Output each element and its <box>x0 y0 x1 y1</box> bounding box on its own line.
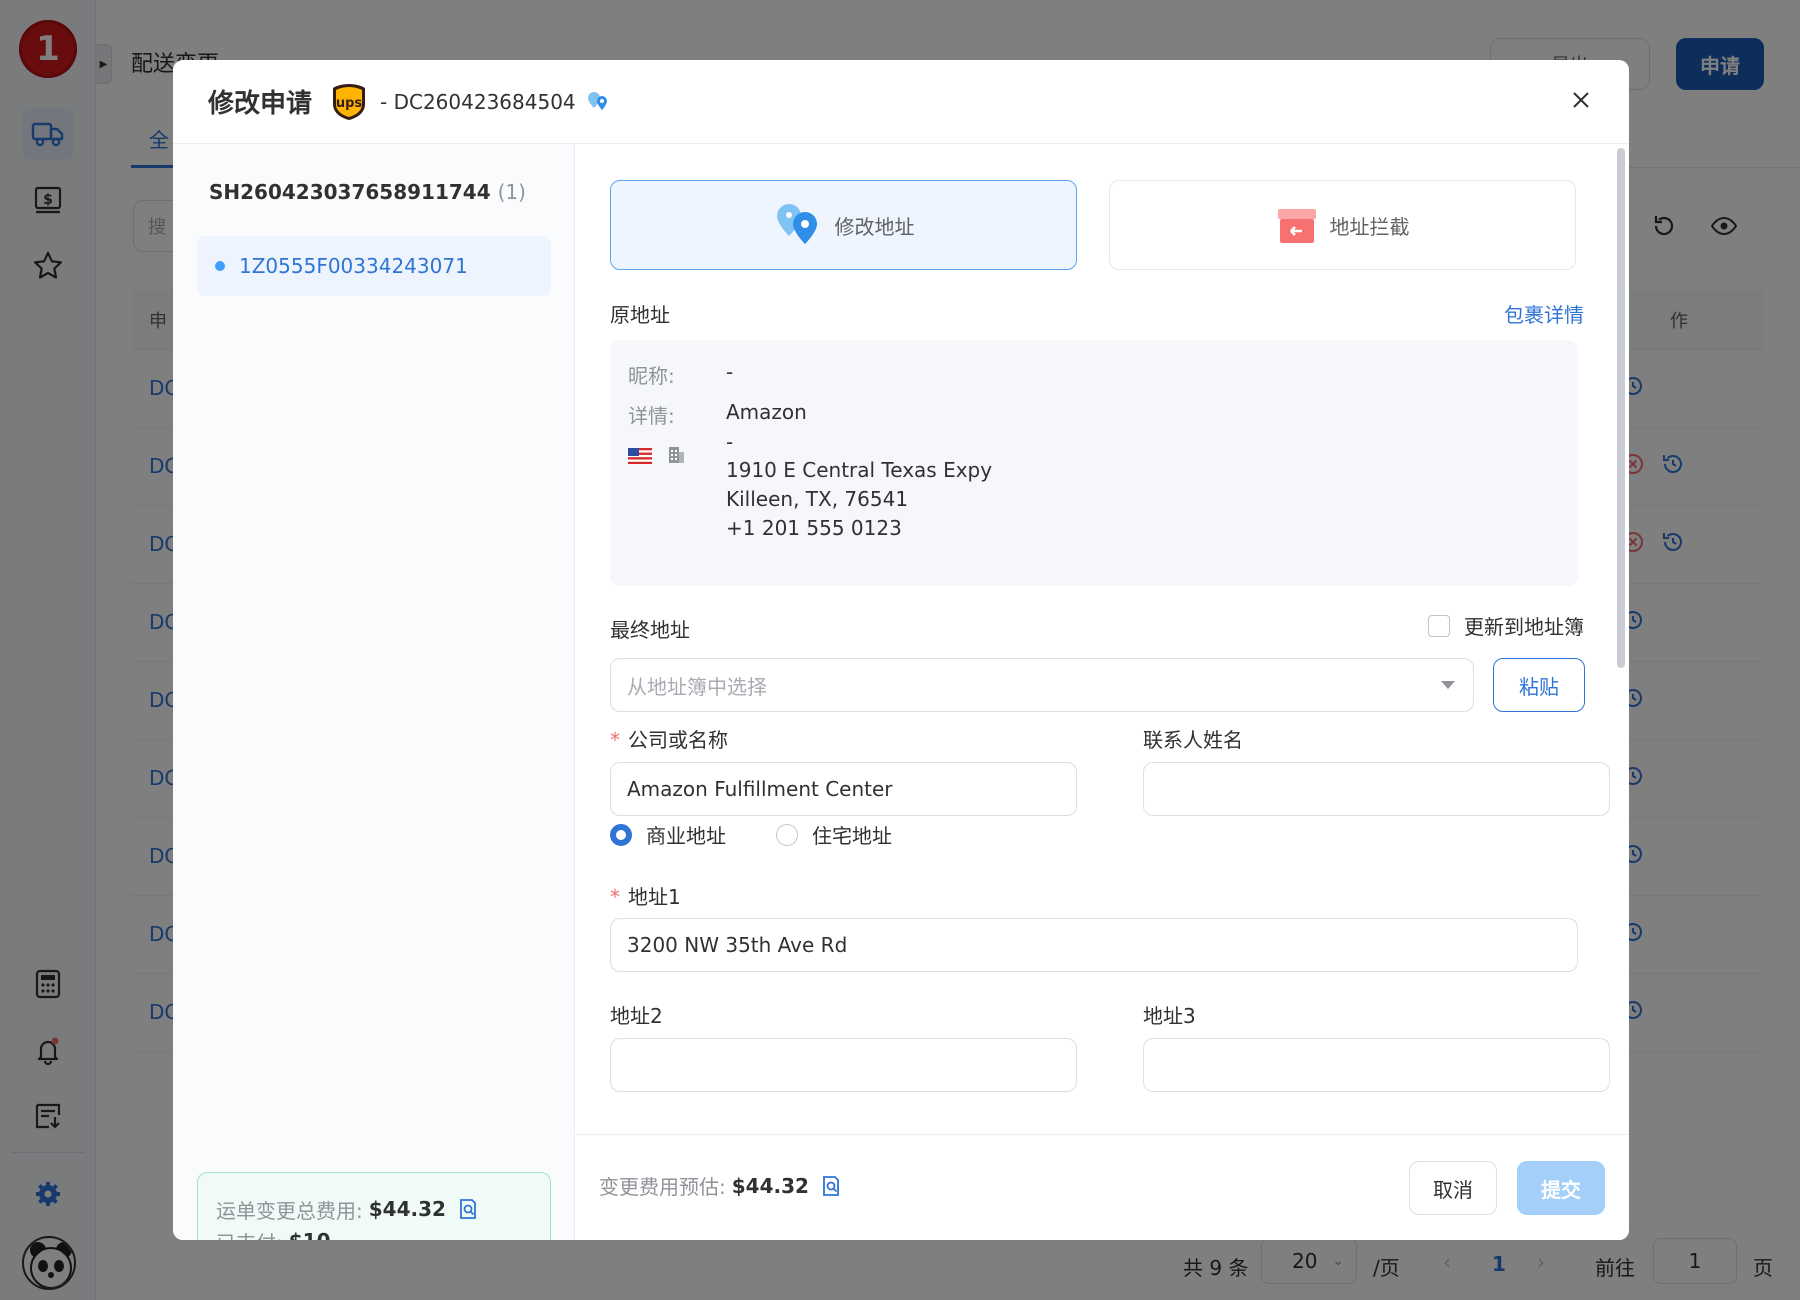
cancel-button[interactable]: 取消 <box>1409 1161 1497 1215</box>
intercept-address-option[interactable]: 地址拦截 <box>1109 180 1576 270</box>
original-address-card: 昵称: - 详情: Amazon - 1910 E Central Texas … <box>610 340 1578 586</box>
address3-input[interactable] <box>1143 1038 1610 1092</box>
required-mark: * <box>610 728 620 752</box>
required-mark: * <box>610 885 620 909</box>
residential-address-radio[interactable]: 住宅地址 <box>776 820 892 849</box>
address1-input[interactable]: 3200 NW 35th Ave Rd <box>610 918 1578 972</box>
tracking-item[interactable]: 1Z0555F00334243071 <box>197 236 551 296</box>
orig-company: Amazon <box>726 400 807 424</box>
total-fee-value: $44.32 <box>368 1197 446 1221</box>
dialog-header: 修改申请 ups - DC260423684504 <box>173 60 1629 144</box>
contact-input[interactable] <box>1143 762 1610 816</box>
building-icon <box>669 447 684 463</box>
business-address-radio[interactable]: 商业地址 <box>610 820 726 849</box>
address2-input[interactable] <box>610 1038 1077 1092</box>
scrollbar[interactable] <box>1617 148 1625 668</box>
fee-summary: 运单变更总费用: $44.32 已支付: $10 <box>197 1172 551 1240</box>
address-form: 修改地址 地址拦截 原地址 包裹详情 昵称: - 详情: Amazon - 19… <box>575 144 1629 1134</box>
map-pin-icon <box>776 204 817 244</box>
close-icon <box>1573 92 1589 108</box>
dialog-footer: 变更费用预估: $44.32 取消 提交 <box>575 1134 1629 1240</box>
ups-logo-icon: ups <box>333 83 366 120</box>
residential-address-label: 住宅地址 <box>812 824 892 848</box>
company-label-text: 公司或名称 <box>628 728 728 752</box>
fee-estimate: 变更费用预估: $44.32 <box>599 1171 841 1200</box>
business-address-label: 商业地址 <box>646 824 726 848</box>
shipment-count: (1) <box>497 180 526 204</box>
address1-label: * 地址1 <box>610 881 681 910</box>
fee-estimate-label: 变更费用预估: <box>599 1175 726 1199</box>
return-box-icon <box>1277 209 1316 243</box>
original-address-heading: 原地址 <box>610 303 670 327</box>
radio-checked-icon[interactable] <box>610 823 632 846</box>
modify-request-dialog: 修改申请 ups - DC260423684504 SH260423037658… <box>173 60 1629 1240</box>
contact-label: 联系人姓名 <box>1143 728 1243 752</box>
company-label: * 公司或名称 <box>610 724 728 753</box>
orig-phone: +1 201 555 0123 <box>726 516 902 540</box>
total-fee-label: 运单变更总费用: <box>216 1198 363 1223</box>
nickname-label: 昵称: <box>628 364 675 388</box>
tracking-number: 1Z0555F00334243071 <box>239 254 468 278</box>
final-address-heading: 最终地址 <box>610 618 690 642</box>
fee-detail-icon[interactable] <box>821 1175 841 1197</box>
address-type-radio-group: 商业地址 住宅地址 <box>610 820 942 849</box>
update-address-book-checkbox[interactable]: 更新到地址簿 <box>1428 611 1584 640</box>
address-book-placeholder: 从地址簿中选择 <box>627 674 767 699</box>
submit-button[interactable]: 提交 <box>1517 1161 1605 1215</box>
checkbox-box[interactable] <box>1428 614 1450 637</box>
fee-estimate-value: $44.32 <box>731 1173 809 1198</box>
paid-value: $10 <box>289 1229 331 1240</box>
active-dot-icon <box>215 261 225 271</box>
dialog-title: 修改申请 <box>208 89 313 119</box>
radio-unchecked-icon[interactable] <box>776 823 798 846</box>
modify-address-option[interactable]: 修改地址 <box>610 180 1077 270</box>
us-flag-icon <box>628 448 652 464</box>
shipment-number: SH260423037658911744 (1) <box>209 180 526 204</box>
caret-down-icon <box>1441 681 1455 689</box>
shipment-number-value: SH260423037658911744 <box>209 180 491 204</box>
order-number: - DC260423684504 <box>380 89 576 114</box>
address3-label: 地址3 <box>1143 1004 1196 1028</box>
paste-button[interactable]: 粘贴 <box>1493 658 1585 712</box>
ups-logo-text: ups <box>336 96 363 111</box>
update-address-book-label: 更新到地址簿 <box>1464 615 1584 639</box>
package-details-link[interactable]: 包裹详情 <box>1504 299 1584 328</box>
address1-label-text: 地址1 <box>628 885 681 909</box>
intercept-address-label: 地址拦截 <box>1329 214 1410 239</box>
paid-label: 已支付: <box>216 1227 283 1241</box>
nickname-value: - <box>726 360 734 384</box>
address2-label: 地址2 <box>610 1004 663 1028</box>
fee-detail-icon[interactable] <box>458 1198 478 1220</box>
orig-city: Killeen, TX, 76541 <box>726 487 909 511</box>
orig-street: 1910 E Central Texas Expy <box>726 458 993 482</box>
address-change-icon <box>587 91 607 110</box>
address-book-select[interactable]: 从地址簿中选择 <box>610 658 1474 712</box>
detail-label: 详情: <box>628 404 675 428</box>
shipment-pane: SH260423037658911744 (1) 1Z0555F00334243… <box>173 144 575 1240</box>
close-button[interactable] <box>1563 82 1599 118</box>
orig-contact: - <box>726 430 734 454</box>
modify-address-label: 修改地址 <box>834 214 915 239</box>
company-input[interactable]: Amazon Fulfillment Center <box>610 762 1077 816</box>
